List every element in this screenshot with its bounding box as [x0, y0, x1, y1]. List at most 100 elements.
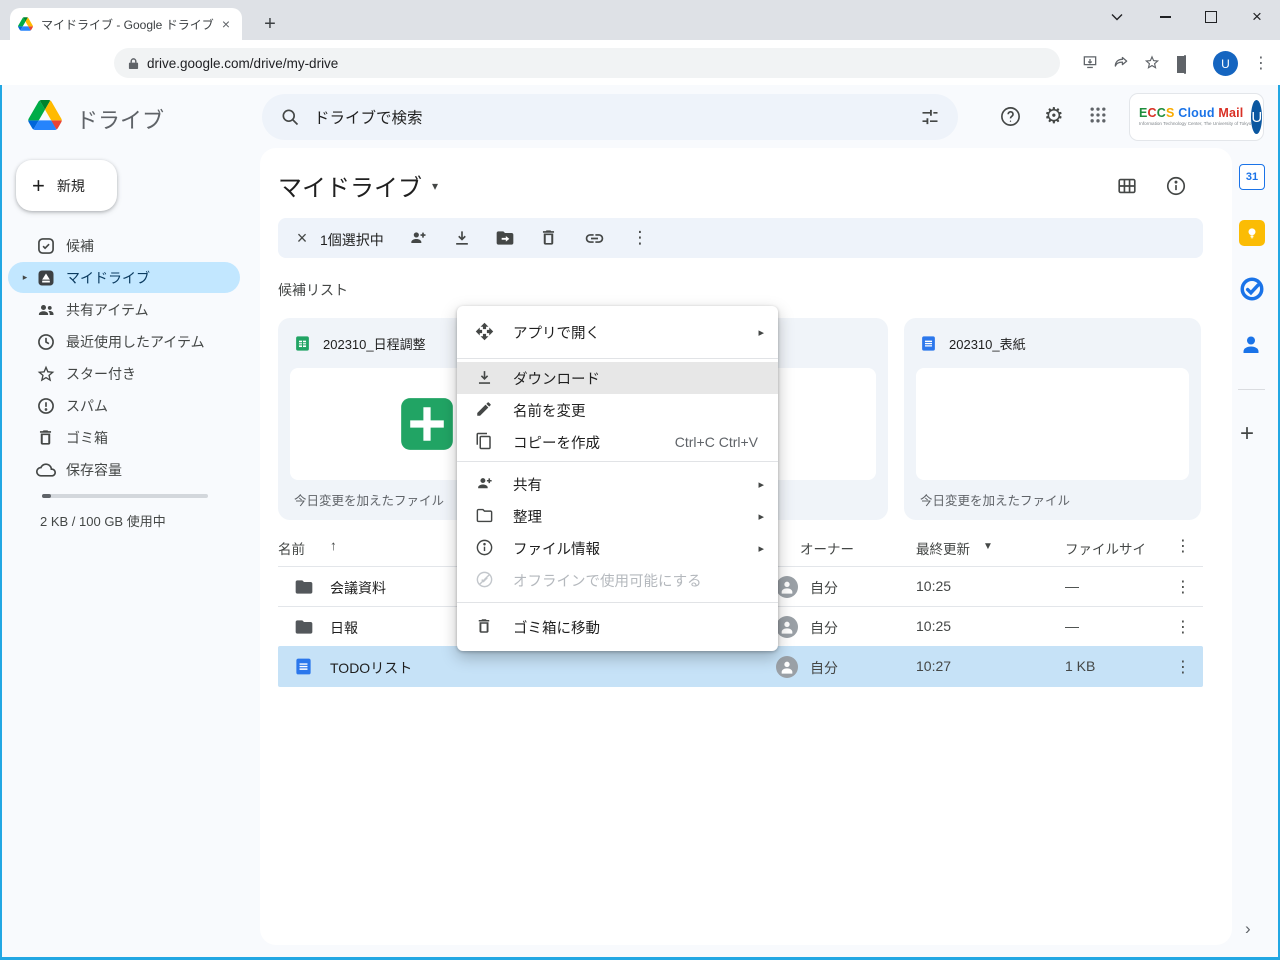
keep-app-icon[interactable]: [1239, 220, 1265, 246]
row-kebab-icon[interactable]: ⋮: [1175, 657, 1191, 677]
my-drive-icon: [36, 268, 56, 288]
context-menu-item-make-copy[interactable]: コピーを作成 Ctrl+C Ctrl+V: [457, 426, 778, 458]
page-title: マイドライブ: [278, 168, 422, 203]
column-header-modified[interactable]: 最終更新: [916, 538, 970, 558]
tasks-app-icon[interactable]: [1239, 276, 1265, 302]
storage-usage-text: 2 KB / 100 GB 使用中: [40, 511, 166, 530]
page-title-dropdown[interactable]: マイドライブ ▾: [278, 168, 438, 203]
add-app-plus-icon[interactable]: +: [1240, 420, 1254, 448]
download-icon[interactable]: [452, 228, 472, 248]
search-placeholder: ドライブで検索: [314, 106, 423, 128]
header-kebab-icon[interactable]: ⋮: [1175, 536, 1191, 556]
sidebar-item-storage[interactable]: 保存容量: [8, 454, 240, 485]
browser-tab[interactable]: マイドライブ - Google ドライブ ×: [10, 8, 242, 40]
context-menu-item-move-to-trash[interactable]: ゴミ箱に移動: [457, 611, 778, 643]
submenu-arrow-icon: ▸: [758, 326, 764, 339]
context-menu-item-file-info[interactable]: ファイル情報 ▸: [457, 532, 778, 564]
side-panel-chevron-icon[interactable]: ›: [1245, 919, 1251, 939]
organize-folder-icon: [475, 506, 495, 526]
sort-descending-icon[interactable]: ▼: [983, 541, 993, 552]
account-badge[interactable]: ECCS Cloud Mail Information Technology C…: [1130, 94, 1263, 140]
column-header-size[interactable]: ファイルサイ: [1065, 538, 1146, 558]
more-actions-kebab-icon[interactable]: ⋮: [630, 228, 650, 248]
copy-icon: [475, 432, 495, 452]
contacts-app-icon[interactable]: [1239, 332, 1265, 358]
window-close-button[interactable]: ×: [1240, 4, 1274, 30]
bookmark-star-icon[interactable]: [1143, 54, 1161, 71]
submenu-arrow-icon: ▸: [758, 542, 764, 555]
context-menu: アプリで開く ▸ ダウンロード 名前を変更 コピーを作成 Ctrl+C Ctrl…: [457, 306, 778, 651]
download-icon: [475, 368, 495, 388]
get-link-icon[interactable]: [584, 228, 604, 248]
sidebar-item-spam[interactable]: スパム: [8, 390, 240, 421]
people-icon: [36, 300, 56, 320]
calendar-app-icon[interactable]: 31: [1239, 164, 1265, 190]
trash-icon: [36, 428, 56, 448]
expand-arrow-icon[interactable]: ▸: [20, 272, 30, 283]
context-menu-item-open-with[interactable]: アプリで開く ▸: [457, 313, 778, 351]
new-button[interactable]: + 新規: [16, 160, 117, 211]
window-chevron-icon[interactable]: [1100, 4, 1134, 30]
account-avatar[interactable]: U: [1251, 100, 1262, 134]
grid-view-icon[interactable]: [1116, 175, 1138, 197]
selection-count: 1個選択中: [320, 230, 384, 250]
window-maximize-button[interactable]: [1194, 4, 1228, 30]
details-info-icon[interactable]: [1165, 175, 1187, 197]
search-input[interactable]: ドライブで検索: [262, 94, 958, 140]
storage-usage-bar: [42, 494, 208, 498]
tab-close-icon[interactable]: ×: [218, 16, 234, 32]
column-header-name[interactable]: 名前: [278, 538, 305, 558]
url-bar[interactable]: drive.google.com/drive/my-drive: [114, 48, 1060, 78]
browser-titlebar: マイドライブ - Google ドライブ × + ×: [0, 0, 1280, 40]
sort-ascending-icon[interactable]: ↑: [330, 538, 337, 553]
clock-icon: [36, 332, 56, 352]
sidebar-item-my-drive[interactable]: ▸ マイドライブ: [8, 262, 240, 293]
clear-selection-icon[interactable]: ×: [292, 228, 312, 248]
new-tab-button[interactable]: +: [258, 12, 282, 36]
folder-icon: [294, 577, 314, 597]
sidebar-item-trash[interactable]: ゴミ箱: [8, 422, 240, 453]
file-row-todo-list[interactable]: TODOリスト 自分 10:27 1 KB ⋮: [278, 646, 1203, 687]
card-caption: 今日変更を加えたファイル: [904, 480, 1201, 509]
help-icon[interactable]: [999, 105, 1022, 128]
storage-usage-fill: [42, 494, 51, 498]
settings-gear-icon[interactable]: ⚙: [1044, 104, 1064, 128]
search-options-tune-icon[interactable]: [920, 107, 940, 127]
cloud-icon: [36, 460, 56, 480]
folder-icon: [294, 617, 314, 637]
trash-icon[interactable]: [539, 228, 559, 248]
apps-grid-icon[interactable]: [1088, 105, 1108, 125]
context-menu-item-download[interactable]: ダウンロード: [457, 362, 778, 394]
context-menu-item-share[interactable]: 共有 ▸: [457, 468, 778, 500]
offline-pin-icon: [475, 570, 495, 590]
open-with-icon: [475, 322, 495, 342]
caret-down-icon: ▾: [432, 179, 438, 193]
column-header-owner[interactable]: オーナー: [800, 538, 854, 558]
row-kebab-icon[interactable]: ⋮: [1175, 577, 1191, 597]
row-kebab-icon[interactable]: ⋮: [1175, 617, 1191, 637]
browser-menu-kebab-icon[interactable]: ⋮: [1253, 53, 1269, 73]
spam-warning-icon: [36, 396, 56, 416]
share-person-add-icon[interactable]: [408, 228, 428, 248]
window-minimize-button[interactable]: [1148, 4, 1182, 30]
sidebar-item-suggestions[interactable]: 候補: [8, 230, 240, 261]
file-card-cover[interactable]: 202310_表紙 今日変更を加えたファイル: [904, 318, 1201, 520]
side-panel-icon[interactable]: [1184, 56, 1186, 74]
url-text: drive.google.com/drive/my-drive: [147, 56, 338, 71]
submenu-arrow-icon: ▸: [758, 478, 764, 491]
drive-logo[interactable]: [28, 100, 62, 130]
sheets-file-icon: [294, 335, 311, 352]
context-menu-item-organize[interactable]: 整理 ▸: [457, 500, 778, 532]
card-title: 202310_日程調整: [323, 334, 426, 353]
browser-profile-avatar[interactable]: U: [1213, 51, 1238, 76]
search-icon: [280, 107, 300, 127]
sidebar-item-shared[interactable]: 共有アイテム: [8, 294, 240, 325]
save-page-icon[interactable]: [1081, 54, 1099, 71]
share-icon[interactable]: [1112, 54, 1130, 71]
context-menu-item-rename[interactable]: 名前を変更: [457, 394, 778, 426]
move-to-folder-icon[interactable]: [495, 228, 515, 248]
sidebar-item-starred[interactable]: スター付き: [8, 358, 240, 389]
sidebar-item-recent[interactable]: 最近使用したアイテム: [8, 326, 240, 357]
sheets-logo-large: [396, 393, 458, 455]
drive-favicon: [18, 17, 33, 31]
